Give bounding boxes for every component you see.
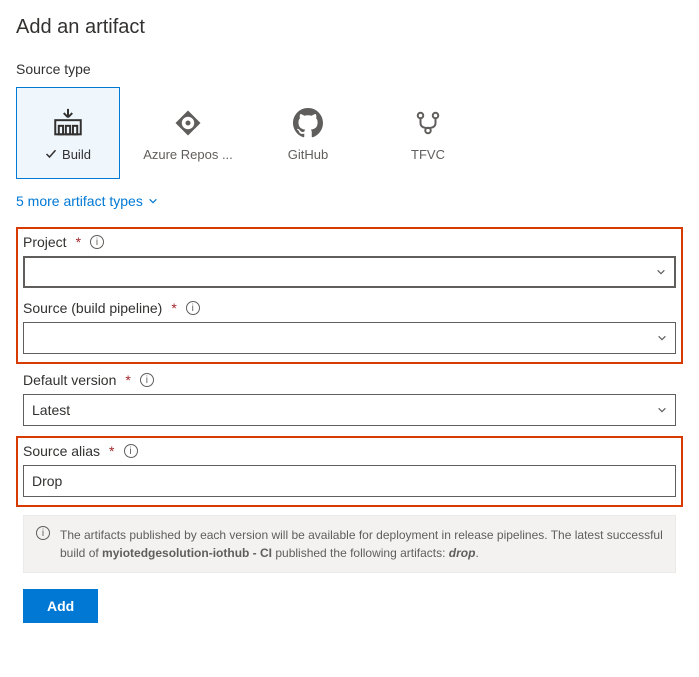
project-label: Project: [23, 234, 67, 250]
chevron-down-icon: [657, 333, 667, 343]
source-tile-label: TFVC: [411, 147, 445, 162]
source-tile-label: GitHub: [288, 147, 328, 162]
tfvc-icon: [413, 105, 443, 141]
info-banner-text: The artifacts published by each version …: [60, 526, 663, 562]
highlight-source-alias: Source alias * i Drop: [16, 436, 683, 507]
build-icon: [51, 105, 85, 141]
chevron-down-icon: [657, 405, 667, 415]
source-tile-build[interactable]: Build: [16, 87, 120, 179]
required-asterisk: *: [125, 372, 130, 388]
info-icon[interactable]: i: [124, 444, 138, 458]
source-pipeline-select[interactable]: [23, 322, 676, 354]
github-icon: [293, 105, 323, 141]
required-asterisk: *: [109, 443, 114, 459]
source-tile-tfvc[interactable]: TFVC: [376, 87, 480, 179]
info-icon[interactable]: i: [186, 301, 200, 315]
info-banner: i The artifacts published by each versio…: [23, 515, 676, 573]
required-asterisk: *: [76, 234, 81, 250]
default-version-select[interactable]: Latest: [23, 394, 676, 426]
project-select[interactable]: [23, 256, 676, 288]
source-tile-github[interactable]: GitHub: [256, 87, 360, 179]
more-artifact-types-link[interactable]: 5 more artifact types: [16, 193, 158, 209]
source-tile-label: Build: [62, 147, 91, 162]
panel-title: Add an artifact: [16, 16, 683, 39]
info-icon[interactable]: i: [90, 235, 104, 249]
info-icon[interactable]: i: [140, 373, 154, 387]
highlight-project-source: Project * i Source (build pipeline) * i: [16, 227, 683, 364]
source-alias-input[interactable]: Drop: [23, 465, 676, 497]
source-tile-azure-repos[interactable]: Azure Repos ...: [136, 87, 240, 179]
source-tile-label: Azure Repos ...: [143, 147, 233, 162]
required-asterisk: *: [171, 300, 176, 316]
chevron-down-icon: [148, 196, 158, 206]
source-pipeline-label: Source (build pipeline): [23, 300, 162, 316]
chevron-down-icon: [656, 267, 666, 277]
info-icon: i: [36, 526, 50, 540]
default-version-label: Default version: [23, 372, 116, 388]
azure-repos-icon: [173, 105, 203, 141]
source-alias-label: Source alias: [23, 443, 100, 459]
checkmark-icon: [45, 148, 57, 160]
add-button[interactable]: Add: [23, 589, 98, 623]
source-type-row: Build Azure Repos ... GitHub TFVC: [16, 87, 683, 179]
source-type-label: Source type: [16, 61, 683, 77]
